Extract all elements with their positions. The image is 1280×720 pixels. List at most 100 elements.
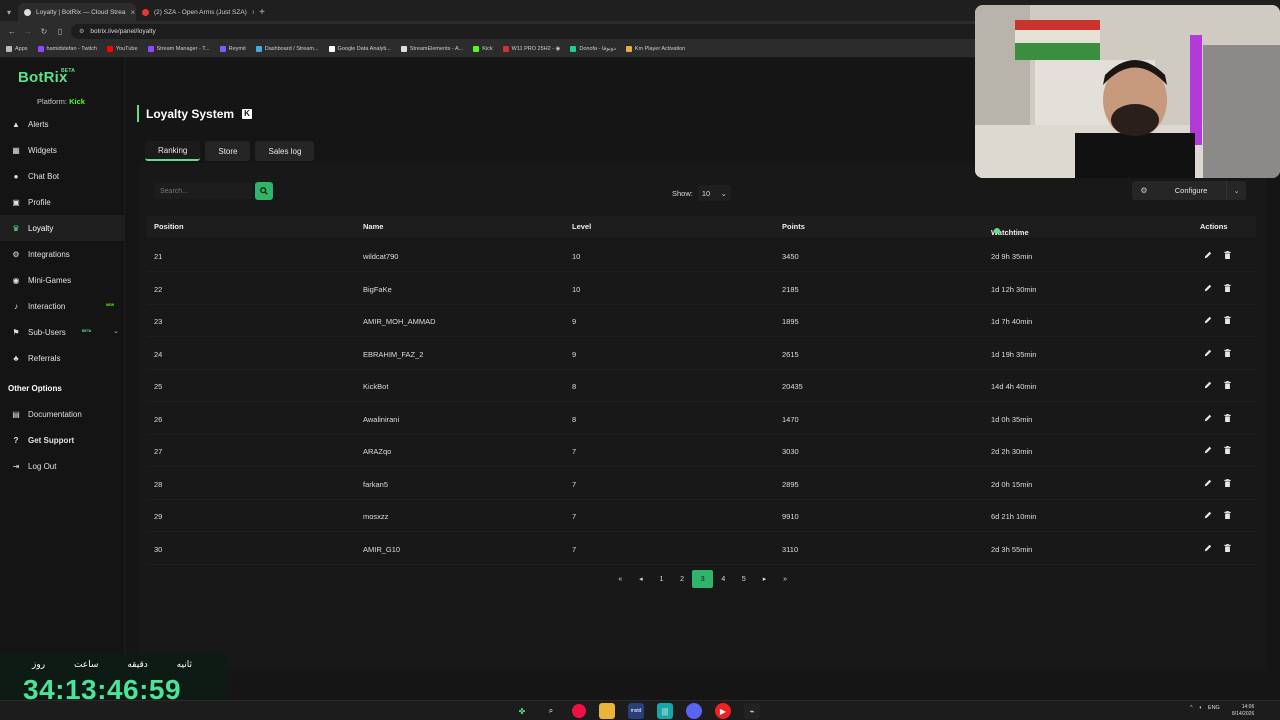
edit-pencil-icon[interactable] [1203, 543, 1213, 553]
info-icon[interactable] [994, 228, 1000, 234]
delete-trash-icon[interactable] [1222, 478, 1232, 488]
edit-pencil-icon[interactable] [1203, 250, 1213, 260]
close-icon[interactable]: × [130, 8, 135, 17]
search-button[interactable] [255, 182, 273, 200]
audio-app-icon[interactable]: ||| [657, 703, 673, 719]
edit-pencil-icon[interactable] [1203, 348, 1213, 358]
system-clock[interactable]: 14:06 8/14/2026 [1232, 704, 1254, 718]
back-arrow-icon[interactable]: ← [7, 27, 17, 36]
name-cell: AMIR_G10 [363, 544, 401, 554]
volume-icon[interactable]: ◖ [1199, 705, 1202, 711]
delete-trash-icon[interactable] [1222, 510, 1232, 520]
media-player-icon[interactable]: ▶ [715, 703, 731, 719]
col-points[interactable]: Points [782, 222, 805, 231]
mstd-app-icon[interactable]: mstd [628, 703, 644, 719]
sidebar-item-get-support[interactable]: ? Get Support [0, 427, 125, 453]
grid-icon: ▦ [12, 145, 20, 155]
first-page-icon[interactable]: « [610, 570, 631, 588]
delete-trash-icon[interactable] [1222, 348, 1232, 358]
search-input[interactable] [155, 183, 252, 199]
page-4[interactable]: 4 [713, 570, 734, 588]
edit-pencil-icon[interactable] [1203, 445, 1213, 455]
edit-pencil-icon[interactable] [1203, 478, 1213, 488]
bookmark-google-analytics[interactable]: Google Data Analyti... [328, 46, 391, 52]
edit-pencil-icon[interactable] [1203, 413, 1213, 423]
delete-trash-icon[interactable] [1222, 315, 1232, 325]
delete-trash-icon[interactable] [1222, 543, 1232, 553]
page-size-select[interactable]: 10 ⌄ [697, 185, 731, 201]
sidebar-item-alerts[interactable]: ▲ Alerts [0, 111, 125, 137]
tab-search-icon[interactable]: ▾ [0, 3, 18, 21]
bookmark-dashboard[interactable]: Dashboard / Stream... [255, 46, 319, 52]
sidebar-item-profile[interactable]: ▣ Profile [0, 189, 125, 215]
sidebar-item-loyalty[interactable]: ♛ Loyalty [0, 215, 125, 241]
language-indicator[interactable]: ENG [1208, 705, 1220, 711]
tab-sales-log[interactable]: Sales log [255, 141, 315, 161]
delete-trash-icon[interactable] [1222, 445, 1232, 455]
bookmark-kick[interactable]: Kick [473, 46, 493, 52]
page-2[interactable]: 2 [672, 570, 693, 588]
configure-button[interactable]: ⚙ Configure ⌄ [1132, 181, 1246, 200]
search-icon[interactable]: ⌕ [543, 703, 559, 719]
sidebar-item-chat-bot[interactable]: ● Chat Bot [0, 163, 125, 189]
delete-trash-icon[interactable] [1222, 380, 1232, 390]
botrix-logo[interactable]: BotRix BETA [18, 68, 75, 86]
site-info-icon[interactable]: ⚙ [79, 28, 84, 35]
bookmark-reymit[interactable]: Reymit [219, 46, 246, 52]
browser-tab-youtube[interactable]: (2) SZA - Open Arms (Just SZA) × [136, 3, 254, 21]
terminal-icon[interactable]: ⌁ [744, 703, 760, 719]
sidebar-item-sub-users[interactable]: ⚑ Sub-Users BETA ⌄ [0, 319, 125, 345]
sidebar-item-log-out[interactable]: ⇥ Log Out [0, 453, 125, 479]
reload-icon[interactable]: ↻ [39, 27, 49, 36]
bookmark-w11[interactable]: W11 PRO 25H2 - ◉ [502, 46, 560, 52]
sidebar-item-interaction[interactable]: ♪ Interaction NEW [0, 293, 125, 319]
tab-store[interactable]: Store [205, 141, 251, 161]
tab-ranking[interactable]: Ranking [145, 141, 201, 161]
forward-arrow-icon[interactable]: → [23, 27, 33, 36]
sidebar-item-referrals[interactable]: ♣ Referrals [0, 345, 125, 371]
page-1[interactable]: 1 [651, 570, 672, 588]
bookmark-donofa[interactable]: Donofa - دونوفا [570, 46, 616, 52]
bookmark-youtube[interactable]: YouTube [106, 46, 138, 52]
file-explorer-icon[interactable] [599, 703, 615, 719]
sidebar-item-mini-games[interactable]: ◉ Mini-Games [0, 267, 125, 293]
edit-pencil-icon[interactable] [1203, 510, 1213, 520]
bookmark-streamelements[interactable]: StreamElements - A... [400, 46, 463, 52]
start-icon[interactable]: ✤ [514, 703, 530, 719]
chevron-down-icon[interactable]: ⌄ [113, 327, 119, 335]
bookmark-stream-manager[interactable]: Stream Manager - T... [147, 46, 210, 52]
sidebar-toggle-icon[interactable]: ▯ [55, 27, 65, 36]
chevron-down-icon[interactable]: ⌄ [1226, 181, 1246, 200]
delete-trash-icon[interactable] [1222, 250, 1232, 260]
bookmark-kmplayer[interactable]: Km Player Activation [625, 46, 685, 52]
col-name[interactable]: Name [363, 222, 383, 231]
page-size-control: Show: 10 ⌄ [672, 185, 731, 201]
position-cell: 27 [154, 447, 163, 456]
chrome-icon[interactable] [572, 704, 586, 718]
edit-pencil-icon[interactable] [1203, 283, 1213, 293]
sidebar-item-integrations[interactable]: ⚙ Integrations [0, 241, 125, 267]
sidebar-item-widgets[interactable]: ▦ Widgets [0, 137, 125, 163]
bookmark-twitch[interactable]: hamidstefan - Twitch [37, 46, 97, 52]
new-tab-plus-icon[interactable]: + [254, 7, 270, 18]
sidebar-item-documentation[interactable]: ▤ Documentation [0, 401, 125, 427]
next-page-icon[interactable]: ▸ [754, 570, 775, 588]
position-cell: 25 [154, 382, 163, 391]
edit-pencil-icon[interactable] [1203, 315, 1213, 325]
col-level[interactable]: Level [572, 222, 591, 231]
chevron-up-icon[interactable]: ^ [1190, 705, 1193, 711]
delete-trash-icon[interactable] [1222, 283, 1232, 293]
edit-pencil-icon[interactable] [1203, 380, 1213, 390]
browser-tab-botrix[interactable]: Loyalty | BotRix — Cloud Strea × [18, 3, 136, 21]
last-page-icon[interactable]: » [775, 570, 796, 588]
page-5[interactable]: 5 [734, 570, 755, 588]
loyalty-tabs: Ranking Store Sales log [145, 141, 315, 161]
bookmark-apps[interactable]: Apps [6, 46, 28, 52]
users-icon: ⚑ [12, 327, 20, 337]
table-row: 25 KickBot 8 20435 14d 4h 40min [147, 370, 1256, 402]
prev-page-icon[interactable]: ◂ [631, 570, 652, 588]
delete-trash-icon[interactable] [1222, 413, 1232, 423]
col-position[interactable]: Position [154, 222, 184, 231]
discord-icon[interactable] [686, 703, 702, 719]
page-3-current[interactable]: 3 [692, 570, 713, 588]
